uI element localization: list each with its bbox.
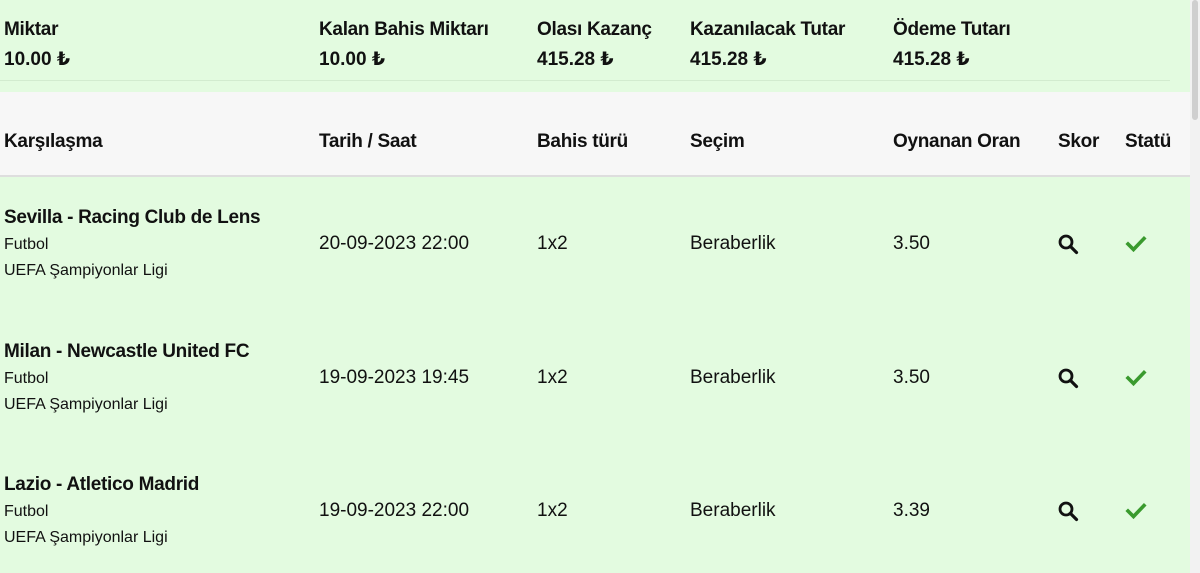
- search-icon[interactable]: [1057, 367, 1079, 389]
- header-datetime: Tarih / Saat: [319, 131, 417, 152]
- match-name: Sevilla - Racing Club de Lens: [4, 207, 261, 228]
- summary-payout: Ödeme Tutarı 415.28 ₺: [893, 18, 1011, 72]
- played-odds: 3.50: [893, 367, 930, 388]
- summary-amount-value: 10.00 ₺: [4, 49, 71, 70]
- table-header: Karşılaşma Tarih / Saat Bahis türü Seçim…: [0, 92, 1190, 177]
- header-bet-type: Bahis türü: [537, 131, 628, 152]
- search-icon[interactable]: [1057, 500, 1079, 522]
- match-sport: Futbol: [4, 236, 49, 253]
- bet-summary: Miktar 10.00 ₺ Kalan Bahis Miktarı 10.00…: [0, 0, 1190, 92]
- match-datetime: 19-09-2023 22:00: [319, 500, 470, 521]
- summary-amount-to-win: Kazanılacak Tutar 415.28 ₺: [690, 18, 845, 72]
- bet-selection: Beraberlik: [690, 500, 776, 521]
- header-score: Skor: [1058, 131, 1100, 152]
- match-sport: Futbol: [4, 503, 49, 520]
- header-selection: Seçim: [690, 131, 745, 152]
- check-icon: [1125, 233, 1147, 255]
- table-row: Sevilla - Racing Club de Lens Futbol UEF…: [0, 177, 1190, 310]
- search-icon[interactable]: [1057, 233, 1079, 255]
- match-name: Lazio - Atletico Madrid: [4, 474, 200, 495]
- scrollbar-thumb[interactable]: [1192, 0, 1198, 120]
- summary-possible-win: Olası Kazanç 415.28 ₺: [537, 18, 652, 72]
- match-datetime: 19-09-2023 19:45: [319, 367, 470, 388]
- match-league: UEFA Şampiyonlar Ligi: [4, 262, 168, 279]
- match-name: Milan - Newcastle United FC: [4, 341, 250, 362]
- summary-divider: [0, 80, 1170, 81]
- table-body: Sevilla - Racing Club de Lens Futbol UEF…: [0, 177, 1190, 573]
- bet-selection: Beraberlik: [690, 233, 776, 254]
- bet-type: 1x2: [537, 500, 568, 521]
- summary-amount-label: Miktar: [4, 19, 59, 40]
- bet-detail-page: Miktar 10.00 ₺ Kalan Bahis Miktarı 10.00…: [0, 0, 1200, 573]
- played-odds: 3.39: [893, 500, 930, 521]
- bet-selection: Beraberlik: [690, 367, 776, 388]
- summary-amount: Miktar 10.00 ₺: [4, 18, 70, 72]
- match-sport: Futbol: [4, 370, 49, 387]
- header-odds: Oynanan Oran: [893, 131, 1021, 152]
- header-match: Karşılaşma: [4, 131, 103, 152]
- summary-possible-win-value: 415.28 ₺: [537, 49, 614, 70]
- summary-payout-label: Ödeme Tutarı: [893, 19, 1011, 40]
- bet-detail-panel: Miktar 10.00 ₺ Kalan Bahis Miktarı 10.00…: [0, 0, 1190, 573]
- summary-amount-to-win-value: 415.28 ₺: [690, 49, 767, 70]
- table-row: Milan - Newcastle United FC Futbol UEFA …: [0, 311, 1190, 444]
- match-datetime: 20-09-2023 22:00: [319, 233, 470, 254]
- summary-payout-value: 415.28 ₺: [893, 49, 970, 70]
- match-league: UEFA Şampiyonlar Ligi: [4, 396, 168, 413]
- summary-remaining-stake-label: Kalan Bahis Miktarı: [319, 19, 489, 40]
- summary-remaining-stake-value: 10.00 ₺: [319, 49, 386, 70]
- bet-type: 1x2: [537, 367, 568, 388]
- check-icon: [1125, 367, 1147, 389]
- bet-type: 1x2: [537, 233, 568, 254]
- match-league: UEFA Şampiyonlar Ligi: [4, 529, 168, 546]
- played-odds: 3.50: [893, 233, 930, 254]
- summary-amount-to-win-label: Kazanılacak Tutar: [690, 19, 846, 40]
- header-status: Statü: [1125, 131, 1172, 152]
- check-icon: [1125, 500, 1147, 522]
- summary-possible-win-label: Olası Kazanç: [537, 19, 652, 40]
- summary-remaining-stake: Kalan Bahis Miktarı 10.00 ₺: [319, 18, 489, 72]
- table-row: Lazio - Atletico Madrid Futbol UEFA Şamp…: [0, 444, 1190, 573]
